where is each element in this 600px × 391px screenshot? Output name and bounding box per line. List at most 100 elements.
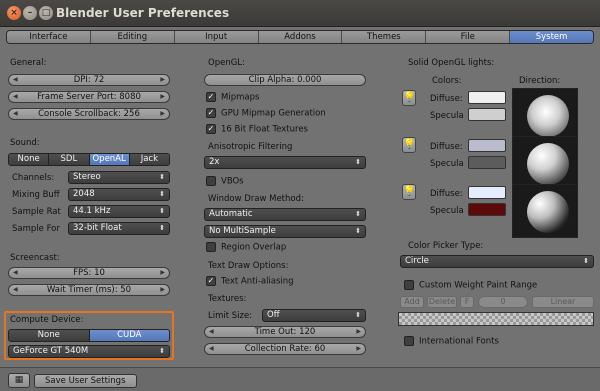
color-picker-dropdown[interactable]: Circle ⬍ xyxy=(400,255,594,268)
light-2-direction-sphere[interactable] xyxy=(512,136,578,190)
updown-icon: ⬍ xyxy=(355,158,361,166)
dpi-field[interactable]: ◀ DPI: 72 ▶ xyxy=(8,74,170,86)
updown-icon: ⬍ xyxy=(159,207,165,215)
gpu-mipmap-checkbox[interactable]: ✓ GPU Mipmap Generation xyxy=(206,108,326,120)
light-3-diffuse-swatch[interactable] xyxy=(468,186,506,199)
tab-editing[interactable]: Editing xyxy=(90,31,175,43)
ramp-delete-button[interactable]: Delete xyxy=(427,296,457,308)
region-overlap-checkbox[interactable]: Region Overlap xyxy=(206,242,286,254)
light-2-diffuse-label: Diffuse: xyxy=(430,142,463,152)
compute-device-dropdown[interactable]: GeForce GT 540M ⬍ xyxy=(8,345,170,358)
light-3-direction-sphere[interactable] xyxy=(512,184,578,238)
text-antialiasing-checkbox[interactable]: ✓ Text Anti-aliasing xyxy=(206,276,294,288)
light-1-diffuse-swatch[interactable] xyxy=(468,91,506,104)
light-3-toggle-bulb-icon[interactable]: 💡 xyxy=(402,184,416,200)
decrement-icon[interactable]: ◀ xyxy=(209,344,214,354)
wait-timer-field[interactable]: ◀ Wait Timer (ms): 50 ▶ xyxy=(8,284,170,296)
increment-icon[interactable]: ▶ xyxy=(356,327,361,337)
editor-type-icon[interactable]: ▦ xyxy=(8,373,30,388)
anisotropic-label: Anisotropic Filtering xyxy=(208,142,293,152)
updown-icon: ⬍ xyxy=(583,257,589,265)
window-draw-dropdown[interactable]: Automatic ⬍ xyxy=(204,208,366,221)
updown-icon: ⬍ xyxy=(355,210,361,218)
collection-rate-value: Collection Rate: 60 xyxy=(244,344,326,354)
mixing-buffer-dropdown[interactable]: 2048 ⬍ xyxy=(68,188,170,201)
updown-icon: ⬍ xyxy=(159,224,165,232)
light-3-specular-label: Specula xyxy=(430,206,464,216)
ramp-interpolation-dropdown[interactable]: Linear xyxy=(532,296,594,308)
tab-interface[interactable]: Interface xyxy=(7,31,91,43)
updown-icon: ⬍ xyxy=(159,190,165,198)
decrement-icon[interactable]: ◀ xyxy=(13,285,18,295)
international-fonts-label: International Fonts xyxy=(419,336,499,347)
sound-heading: Sound: xyxy=(10,138,40,148)
increment-icon[interactable]: ▶ xyxy=(160,285,165,295)
decrement-icon[interactable]: ◀ xyxy=(13,75,18,85)
clip-alpha-field[interactable]: Clip Alpha: 0.000 xyxy=(204,74,366,86)
increment-icon[interactable]: ▶ xyxy=(160,75,165,85)
light-3-specular-swatch[interactable] xyxy=(468,203,506,216)
channels-label: Channels: xyxy=(12,173,55,183)
maximize-icon[interactable]: □ xyxy=(39,6,53,20)
close-icon[interactable]: × xyxy=(7,6,21,20)
sound-openal-button[interactable]: OpenAL xyxy=(89,154,130,165)
channels-dropdown[interactable]: Stereo ⬍ xyxy=(68,171,170,184)
custom-weight-paint-checkbox[interactable]: Custom Weight Paint Range xyxy=(404,280,537,292)
preferences-tabs: Interface Editing Input Addons Themes Fi… xyxy=(6,30,594,44)
frame-server-port-field[interactable]: ◀ Frame Server Port: 8080 ▶ xyxy=(8,91,170,103)
minimize-icon[interactable]: – xyxy=(23,6,37,20)
tab-themes[interactable]: Themes xyxy=(342,31,427,43)
light-1-direction-sphere[interactable] xyxy=(512,88,578,142)
save-user-settings-button[interactable]: Save User Settings xyxy=(34,374,137,388)
vbos-label: VBOs xyxy=(221,176,244,187)
light-2-specular-swatch[interactable] xyxy=(468,156,506,169)
tab-system[interactable]: System xyxy=(510,31,593,43)
ramp-flip-button[interactable]: F xyxy=(460,296,474,308)
anisotropic-dropdown[interactable]: 2x ⬍ xyxy=(204,156,366,169)
increment-icon[interactable]: ▶ xyxy=(160,109,165,119)
collection-rate-field[interactable]: ◀ Collection Rate: 60 ▶ xyxy=(204,343,366,355)
vbos-checkbox[interactable]: VBOs xyxy=(206,176,244,188)
light-1-specular-swatch[interactable] xyxy=(468,108,506,121)
checkbox-empty-icon xyxy=(206,242,216,252)
sound-jack-button[interactable]: Jack xyxy=(129,154,169,165)
float-textures-checkbox[interactable]: ✓ 16 Bit Float Textures xyxy=(206,124,308,136)
light-3-diffuse-label: Diffuse: xyxy=(430,189,463,199)
tab-input[interactable]: Input xyxy=(174,31,259,43)
sound-sdl-button[interactable]: SDL xyxy=(49,154,90,165)
decrement-icon[interactable]: ◀ xyxy=(209,327,214,337)
decrement-icon[interactable]: ◀ xyxy=(13,268,18,278)
sound-none-button[interactable]: None xyxy=(9,154,50,165)
tab-addons[interactable]: Addons xyxy=(258,31,343,43)
tab-file[interactable]: File xyxy=(426,31,511,43)
opengl-heading: OpenGL: xyxy=(208,58,245,68)
ramp-index-field[interactable]: 0 xyxy=(478,296,528,308)
light-1-specular-label: Specula xyxy=(430,111,464,121)
sample-format-dropdown[interactable]: 32-bit Float ⬍ xyxy=(68,222,170,235)
compute-cuda-button[interactable]: CUDA xyxy=(89,330,169,341)
checkbox-empty-icon xyxy=(404,336,414,346)
titlebar: × – □ Blender User Preferences xyxy=(0,0,600,27)
console-scrollback-field[interactable]: ◀ Console Scrollback: 256 ▶ xyxy=(8,108,170,120)
texture-timeout-field[interactable]: ◀ Time Out: 120 ▶ xyxy=(204,326,366,338)
mixing-buffer-value: 2048 xyxy=(73,189,95,199)
light-1-toggle-bulb-icon[interactable]: 💡 xyxy=(402,90,416,106)
light-2-toggle-bulb-icon[interactable]: 💡 xyxy=(402,137,416,153)
anisotropic-value: 2x xyxy=(209,157,220,167)
ramp-add-button[interactable]: Add xyxy=(400,296,424,308)
decrement-icon[interactable]: ◀ xyxy=(13,109,18,119)
limit-size-dropdown[interactable]: Off ⬍ xyxy=(262,309,366,322)
compute-none-button[interactable]: None xyxy=(9,330,90,341)
sample-rate-dropdown[interactable]: 44.1 kHz ⬍ xyxy=(68,205,170,218)
mipmaps-checkbox[interactable]: ✓ Mipmaps xyxy=(206,92,259,104)
multisample-dropdown[interactable]: No MultiSample ⬍ xyxy=(204,225,366,238)
increment-icon[interactable]: ▶ xyxy=(160,268,165,278)
light-2-diffuse-swatch[interactable] xyxy=(468,139,506,152)
screencast-fps-field[interactable]: ◀ FPS: 10 ▶ xyxy=(8,267,170,279)
sample-format-label: Sample For xyxy=(12,224,60,234)
increment-icon[interactable]: ▶ xyxy=(356,344,361,354)
decrement-icon[interactable]: ◀ xyxy=(13,92,18,102)
international-fonts-checkbox[interactable]: International Fonts xyxy=(404,336,499,348)
increment-icon[interactable]: ▶ xyxy=(160,92,165,102)
weight-paint-color-ramp[interactable] xyxy=(398,312,594,326)
